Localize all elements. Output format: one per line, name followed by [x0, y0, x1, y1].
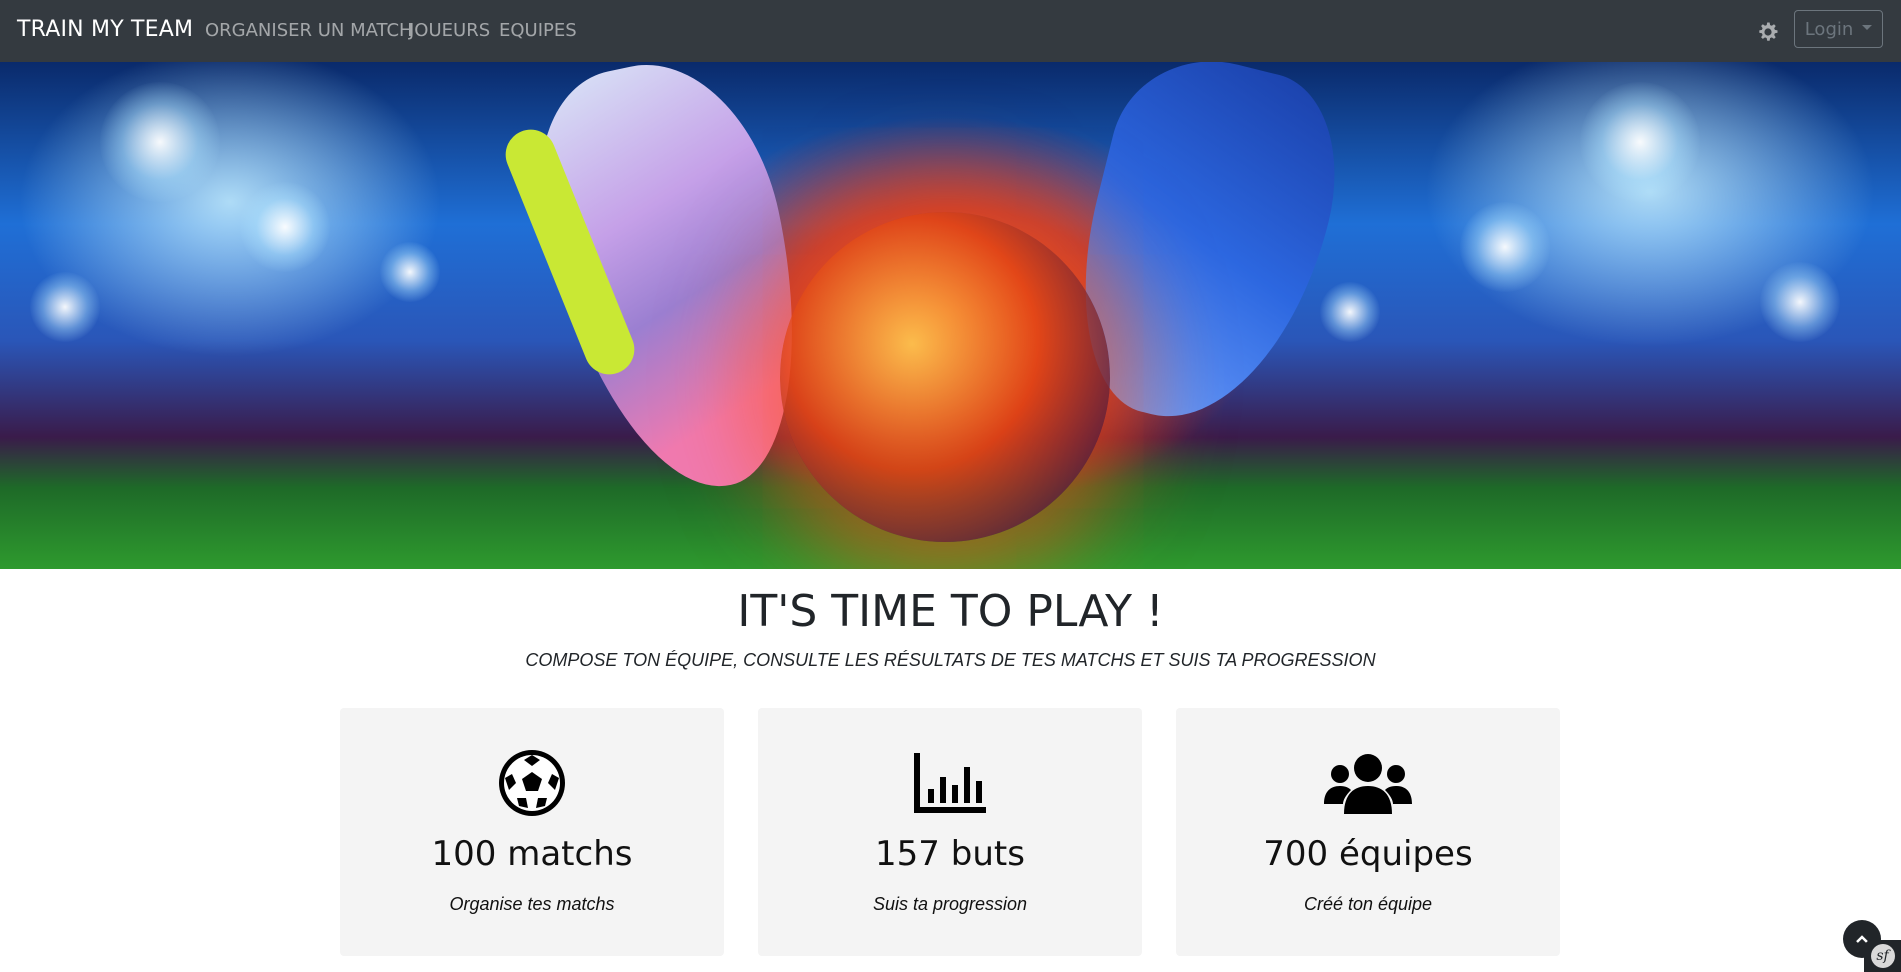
stat-value-matchs: 100 matchs [431, 834, 633, 874]
top-navbar: TRAIN MY TEAM ORGANISER UN MATCH JOUEURS… [0, 0, 1901, 62]
hero-banner-image [0, 62, 1901, 569]
stat-card-buts: 157 buts Suis ta progression [758, 708, 1142, 956]
stat-caption-equipes: Créé ton équipe [1303, 894, 1433, 914]
nav-link-joueurs[interactable]: JOUEURS [409, 20, 490, 41]
stat-caption-matchs: Organise tes matchs [449, 894, 615, 914]
stat-value-buts: 157 buts [875, 834, 1025, 874]
soccer-ball-icon [340, 748, 724, 818]
stat-value-equipes: 700 équipes [1263, 834, 1473, 874]
stat-caption-buts: Suis ta progression [872, 894, 1028, 914]
symfony-toolbar-toggle[interactable]: sf [1864, 940, 1901, 972]
stat-card-equipes: 700 équipes Créé ton équipe [1176, 708, 1560, 956]
symfony-logo-icon: sf [1870, 944, 1895, 968]
nav-link-organiser-match[interactable]: ORGANISER UN MATCH [205, 20, 413, 41]
users-icon [1176, 748, 1560, 818]
login-dropdown-button[interactable]: Login [1794, 10, 1883, 48]
brand-link[interactable]: TRAIN MY TEAM [17, 17, 193, 42]
nav-link-equipes[interactable]: EQUIPES [499, 20, 577, 41]
login-label: Login [1804, 18, 1854, 40]
gear-icon[interactable] [1756, 20, 1780, 44]
bar-chart-icon [758, 748, 1142, 818]
page-subtitle: COMPOSE TON ÉQUIPE, CONSULTE LES RÉSULTA… [525, 650, 1376, 670]
page-title: IT'S TIME TO PLAY ! [737, 586, 1164, 637]
chevron-down-icon [1862, 24, 1873, 30]
stat-card-matchs: 100 matchs Organise tes matchs [340, 708, 724, 956]
